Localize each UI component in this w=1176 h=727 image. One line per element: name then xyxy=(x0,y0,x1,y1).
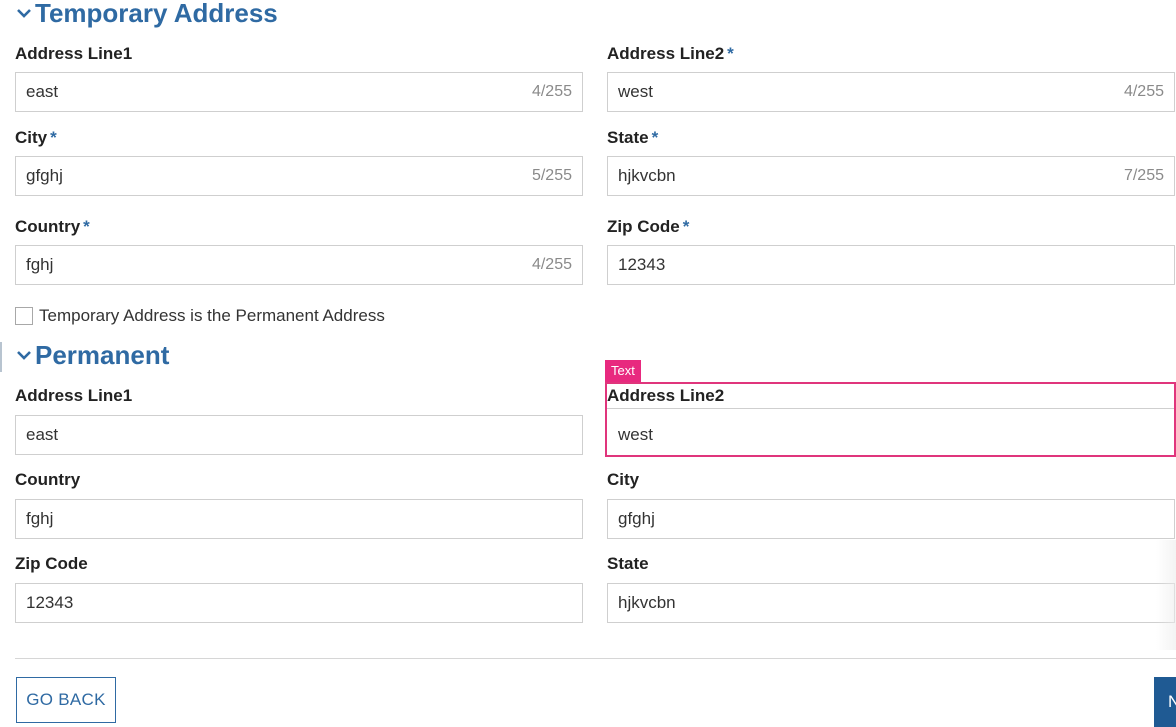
temp-city-label: City * xyxy=(15,128,57,148)
input-value: west xyxy=(618,425,653,444)
highlight-divider xyxy=(607,408,1174,409)
input-value: east xyxy=(26,82,59,101)
input-value: fghj xyxy=(26,509,54,528)
section-title: Permanent xyxy=(35,340,170,370)
label-text: City xyxy=(15,128,48,147)
input-value: hjkvcbn xyxy=(618,593,676,612)
temp-city-input[interactable]: gfghj 5/255 xyxy=(15,156,583,196)
temp-country-input[interactable]: fghj 4/255 xyxy=(15,245,583,285)
input-value: west xyxy=(618,82,653,101)
temp-zip-label: Zip Code * xyxy=(607,217,689,237)
temp-zip-input[interactable]: 12343 xyxy=(607,245,1175,285)
scroll-shadow xyxy=(1156,540,1176,650)
chevron-down-icon[interactable] xyxy=(15,346,33,364)
label-text: Address Line2 xyxy=(607,44,725,63)
label-text: Zip Code xyxy=(607,217,680,236)
temp-address-line2-input[interactable]: west 4/255 xyxy=(607,72,1175,112)
temp-state-label: State * xyxy=(607,128,658,148)
next-button[interactable]: N xyxy=(1154,677,1176,727)
section-title: Temporary Address xyxy=(35,0,278,28)
temp-address-line1-input[interactable]: east 4/255 xyxy=(15,72,583,112)
perm-address-line2-input[interactable]: west xyxy=(607,415,1173,455)
temp-address-line2-label: Address Line2 * xyxy=(607,44,734,64)
perm-address-line2-label: Address Line2 xyxy=(607,386,724,406)
temporary-address-header[interactable]: Temporary Address xyxy=(15,0,278,28)
label-text: Address Line2 xyxy=(607,386,725,405)
chevron-down-icon[interactable] xyxy=(15,4,33,22)
required-marker: * xyxy=(727,44,734,63)
char-counter: 4/255 xyxy=(531,256,572,273)
required-marker: * xyxy=(651,128,659,147)
required-marker: * xyxy=(50,128,57,147)
label-text: State xyxy=(607,128,649,147)
input-value: hjkvcbn xyxy=(618,166,676,185)
go-back-button[interactable]: GO BACK xyxy=(16,677,116,723)
permanent-address-header[interactable]: Permanent xyxy=(15,340,169,370)
footer-divider xyxy=(15,658,1176,659)
label-text: Address Line1 xyxy=(15,44,133,63)
perm-zip-input[interactable]: 12343 xyxy=(15,583,583,623)
input-value: 12343 xyxy=(26,593,74,612)
required-marker: * xyxy=(83,217,90,236)
char-counter: 4/255 xyxy=(1123,83,1164,100)
same-address-checkbox-row[interactable]: Temporary Address is the Permanent Addre… xyxy=(15,306,385,326)
label-text: Country xyxy=(15,470,81,489)
label-text: State xyxy=(607,554,649,573)
perm-address-line1-label: Address Line1 xyxy=(15,386,132,406)
label-text: Zip Code xyxy=(15,554,88,573)
same-address-checkbox[interactable] xyxy=(15,307,33,325)
char-counter: 4/255 xyxy=(531,83,572,100)
input-value: 12343 xyxy=(618,255,666,274)
label-text: Address Line1 xyxy=(15,386,133,405)
label-text: Country xyxy=(15,217,81,236)
perm-address-line1-input[interactable]: east xyxy=(15,415,583,455)
perm-zip-label: Zip Code xyxy=(15,554,88,574)
char-counter: 5/255 xyxy=(531,167,572,184)
temp-address-line1-label: Address Line1 xyxy=(15,44,132,64)
perm-city-label: City xyxy=(607,470,639,490)
input-value: gfghj xyxy=(618,509,655,528)
required-marker: * xyxy=(682,217,690,236)
input-value: gfghj xyxy=(26,166,63,185)
input-value: fghj xyxy=(26,255,54,274)
char-counter: 7/255 xyxy=(1123,167,1164,184)
perm-city-input[interactable]: gfghj xyxy=(607,499,1175,539)
perm-state-label: State xyxy=(607,554,649,574)
perm-state-input[interactable]: hjkvcbn xyxy=(607,583,1175,623)
element-type-tag: Text xyxy=(605,360,641,382)
input-value: east xyxy=(26,425,59,444)
temp-state-input[interactable]: hjkvcbn 7/255 xyxy=(607,156,1175,196)
left-edge-marker xyxy=(0,342,2,372)
perm-country-input[interactable]: fghj xyxy=(15,499,583,539)
label-text: City xyxy=(607,470,640,489)
temp-country-label: Country * xyxy=(15,217,90,237)
checkbox-label: Temporary Address is the Permanent Addre… xyxy=(39,306,385,325)
perm-country-label: Country xyxy=(15,470,80,490)
address-form-page: Temporary Address Address Line1 east 4/2… xyxy=(0,0,1176,727)
